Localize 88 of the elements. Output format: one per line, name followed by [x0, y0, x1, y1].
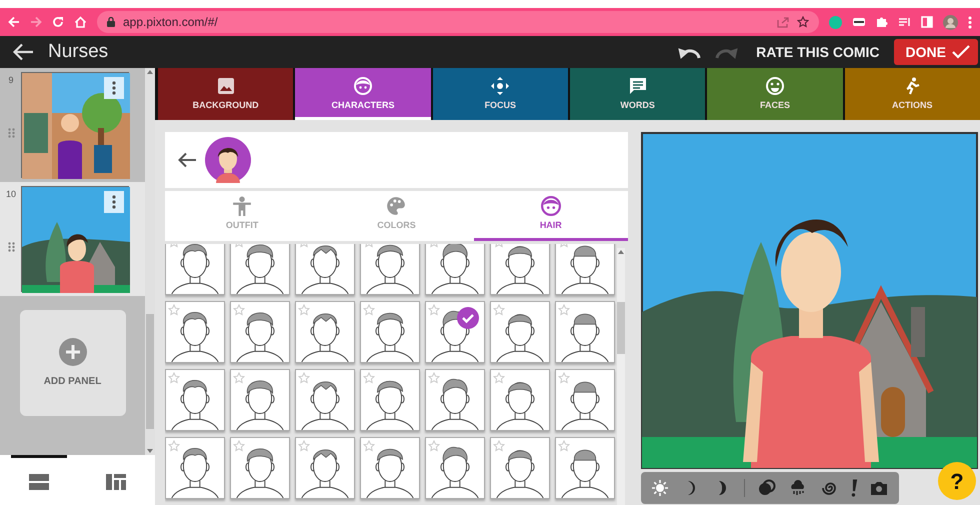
puzzle-icon[interactable] [876, 16, 888, 28]
profile-avatar-icon[interactable] [943, 14, 958, 30]
grid-layout-icon [106, 474, 126, 490]
face-icon [354, 76, 372, 95]
tool-tab[interactable]: BACKGROUND [158, 68, 294, 120]
tool-tab[interactable]: ACTIONS [844, 68, 980, 120]
back-arrow-icon[interactable] [12, 43, 34, 61]
scroll-down-icon[interactable] [147, 449, 153, 453]
panel-slot[interactable]: 10 [0, 182, 145, 296]
hair-option[interactable] [425, 244, 485, 295]
help-button[interactable]: ? [938, 462, 976, 500]
drag-handle-icon[interactable] [8, 128, 14, 138]
focus-arrows-icon [491, 76, 510, 95]
done-button[interactable]: DONE [894, 39, 978, 65]
check-icon [952, 45, 970, 59]
plus-icon [58, 338, 86, 366]
lock-icon [107, 17, 115, 27]
scroll-up-icon[interactable] [147, 70, 153, 74]
hair-option[interactable] [425, 369, 485, 431]
hair-option[interactable] [490, 369, 550, 431]
hair-option[interactable] [165, 244, 225, 295]
back-arrow-icon [177, 152, 197, 168]
hair-option[interactable] [165, 369, 225, 431]
back-icon[interactable] [8, 16, 20, 28]
image-icon [216, 76, 235, 95]
hair-option[interactable] [425, 437, 485, 499]
sun-icon[interactable] [651, 479, 670, 497]
hair-option[interactable] [230, 437, 290, 499]
editor-tab[interactable]: HAIR [474, 191, 628, 241]
hair-option[interactable] [230, 301, 290, 363]
drag-handle-icon[interactable] [8, 242, 14, 252]
sidebar-icon[interactable] [921, 16, 933, 28]
hair-option[interactable] [295, 301, 355, 363]
star-icon[interactable] [797, 16, 809, 28]
add-panel-button[interactable]: ADD PANEL [20, 310, 126, 416]
hair-option[interactable] [555, 437, 615, 499]
hair-option[interactable] [490, 244, 550, 295]
tool-tab[interactable]: FACES [707, 68, 843, 120]
hair-option[interactable] [360, 369, 420, 431]
address-bar[interactable]: app.pixton.com/#/ [97, 11, 819, 33]
panel-number: 10 [6, 188, 16, 201]
chat-icon [628, 76, 647, 95]
more-options-icon [112, 195, 116, 209]
more-options-icon [112, 81, 116, 95]
character-avatar [205, 137, 251, 183]
rain-cloud-icon[interactable] [788, 479, 807, 497]
scroll-up-icon[interactable] [618, 250, 624, 254]
face-icon [540, 196, 561, 216]
reload-icon[interactable] [52, 16, 64, 28]
hair-option[interactable] [165, 301, 225, 363]
home-icon[interactable] [74, 16, 87, 28]
playlist-icon[interactable] [898, 16, 911, 28]
smiley-icon [766, 76, 784, 95]
hair-option[interactable] [295, 437, 355, 499]
palette-icon [386, 196, 406, 216]
more-options-icon[interactable] [968, 16, 972, 28]
hair-option[interactable] [555, 369, 615, 431]
exclamation-icon[interactable] [850, 479, 858, 497]
panel-menu-button[interactable] [104, 191, 124, 213]
hair-option[interactable] [425, 301, 485, 363]
panel-menu-button[interactable] [104, 77, 124, 99]
comic-title: Nurses [48, 40, 108, 64]
rows-layout-icon [28, 474, 49, 490]
hair-option[interactable] [295, 369, 355, 431]
check-icon [457, 307, 479, 329]
share-icon[interactable] [777, 16, 789, 28]
hair-option[interactable] [360, 301, 420, 363]
scrollbar-thumb[interactable] [617, 302, 625, 354]
panel-number: 9 [8, 74, 14, 87]
hair-option[interactable] [230, 244, 290, 295]
hair-option[interactable] [490, 437, 550, 499]
hair-option[interactable] [490, 301, 550, 363]
url-text: app.pixton.com/#/ [123, 14, 218, 31]
hair-option[interactable] [360, 244, 420, 295]
camera-icon[interactable] [870, 479, 888, 497]
tool-tab[interactable]: CHARACTERS [295, 68, 431, 120]
scrollbar-thumb[interactable] [146, 314, 154, 429]
hair-option[interactable] [165, 437, 225, 499]
hair-option[interactable] [555, 301, 615, 363]
tool-tab[interactable]: FOCUS [432, 68, 568, 120]
person-icon [232, 196, 252, 216]
hair-option[interactable] [360, 437, 420, 499]
tool-tab[interactable]: WORDS [570, 68, 706, 120]
hair-option[interactable] [295, 244, 355, 295]
hair-option[interactable] [555, 244, 615, 295]
hair-option[interactable] [230, 369, 290, 431]
overlapping-circles-icon[interactable] [758, 479, 776, 497]
rate-comic-button[interactable]: RATE THIS COMIC [756, 42, 880, 62]
